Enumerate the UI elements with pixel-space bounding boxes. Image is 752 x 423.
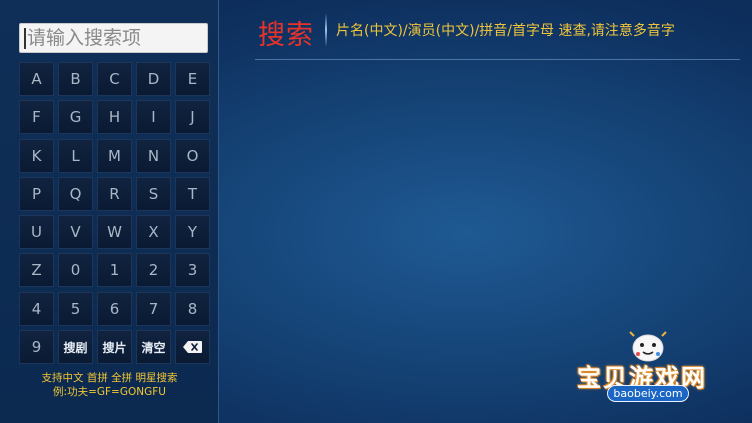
- key-k[interactable]: K: [19, 138, 54, 173]
- key-d[interactable]: D: [136, 62, 171, 96]
- key-x[interactable]: X: [136, 215, 171, 250]
- key-o[interactable]: O: [175, 138, 210, 173]
- key-q[interactable]: Q: [58, 176, 93, 211]
- key-f[interactable]: F: [19, 100, 54, 135]
- key-p[interactable]: P: [19, 176, 54, 211]
- key-2[interactable]: 2: [136, 253, 171, 288]
- clear-button[interactable]: 清空: [136, 330, 171, 365]
- key-3[interactable]: 3: [175, 253, 210, 288]
- key-b[interactable]: B: [58, 62, 93, 96]
- page-title: 搜索: [258, 20, 314, 51]
- key-r[interactable]: R: [97, 176, 132, 211]
- key-j[interactable]: J: [175, 100, 210, 135]
- backspace-icon: [183, 341, 202, 354]
- search-drama-button[interactable]: 搜剧: [58, 330, 93, 365]
- search-hint-line1: 支持中文 首拼 全拼 明星搜索: [41, 372, 178, 384]
- key-e[interactable]: E: [175, 62, 210, 96]
- key-7[interactable]: 7: [136, 291, 171, 326]
- key-l[interactable]: L: [58, 138, 93, 173]
- keyboard-panel: 请输入搜索项 A B C D E F G H I J K L M N O P Q…: [0, 0, 219, 423]
- header-divider: [325, 13, 327, 47]
- key-v[interactable]: V: [58, 215, 93, 250]
- key-9[interactable]: 9: [19, 330, 54, 365]
- key-4[interactable]: 4: [19, 291, 54, 326]
- text-caret: [24, 28, 26, 49]
- key-n[interactable]: N: [136, 138, 171, 173]
- key-u[interactable]: U: [19, 215, 54, 250]
- backspace-button[interactable]: [175, 330, 210, 365]
- key-h[interactable]: H: [97, 100, 132, 135]
- header-underline: [255, 59, 740, 60]
- search-input[interactable]: 请输入搜索项: [19, 23, 208, 53]
- key-g[interactable]: G: [58, 100, 93, 135]
- search-hint-line2: 例:功夫=GF=GONGFU: [53, 386, 166, 398]
- on-screen-keyboard: A B C D E F G H I J K L M N O P Q R S T …: [19, 62, 210, 365]
- watermark-domain: baobeiy.com: [607, 385, 689, 402]
- key-m[interactable]: M: [97, 138, 132, 173]
- key-6[interactable]: 6: [97, 291, 132, 326]
- search-movie-button[interactable]: 搜片: [97, 330, 132, 365]
- key-5[interactable]: 5: [58, 291, 93, 326]
- key-a[interactable]: A: [19, 62, 54, 96]
- key-t[interactable]: T: [175, 176, 210, 211]
- key-s[interactable]: S: [136, 176, 171, 211]
- key-0[interactable]: 0: [58, 253, 93, 288]
- key-1[interactable]: 1: [97, 253, 132, 288]
- key-z[interactable]: Z: [19, 253, 54, 288]
- key-8[interactable]: 8: [175, 291, 210, 326]
- key-w[interactable]: W: [97, 215, 132, 250]
- search-placeholder: 请输入搜索项: [27, 27, 142, 49]
- search-instructions: 片名(中文)/演员(中文)/拼音/首字母 速查,请注意多音字: [336, 23, 675, 39]
- key-i[interactable]: I: [136, 100, 171, 135]
- key-c[interactable]: C: [97, 62, 132, 96]
- watermark-logo: 宝贝游戏网 baobeiy.com: [575, 330, 725, 405]
- key-y[interactable]: Y: [175, 215, 210, 250]
